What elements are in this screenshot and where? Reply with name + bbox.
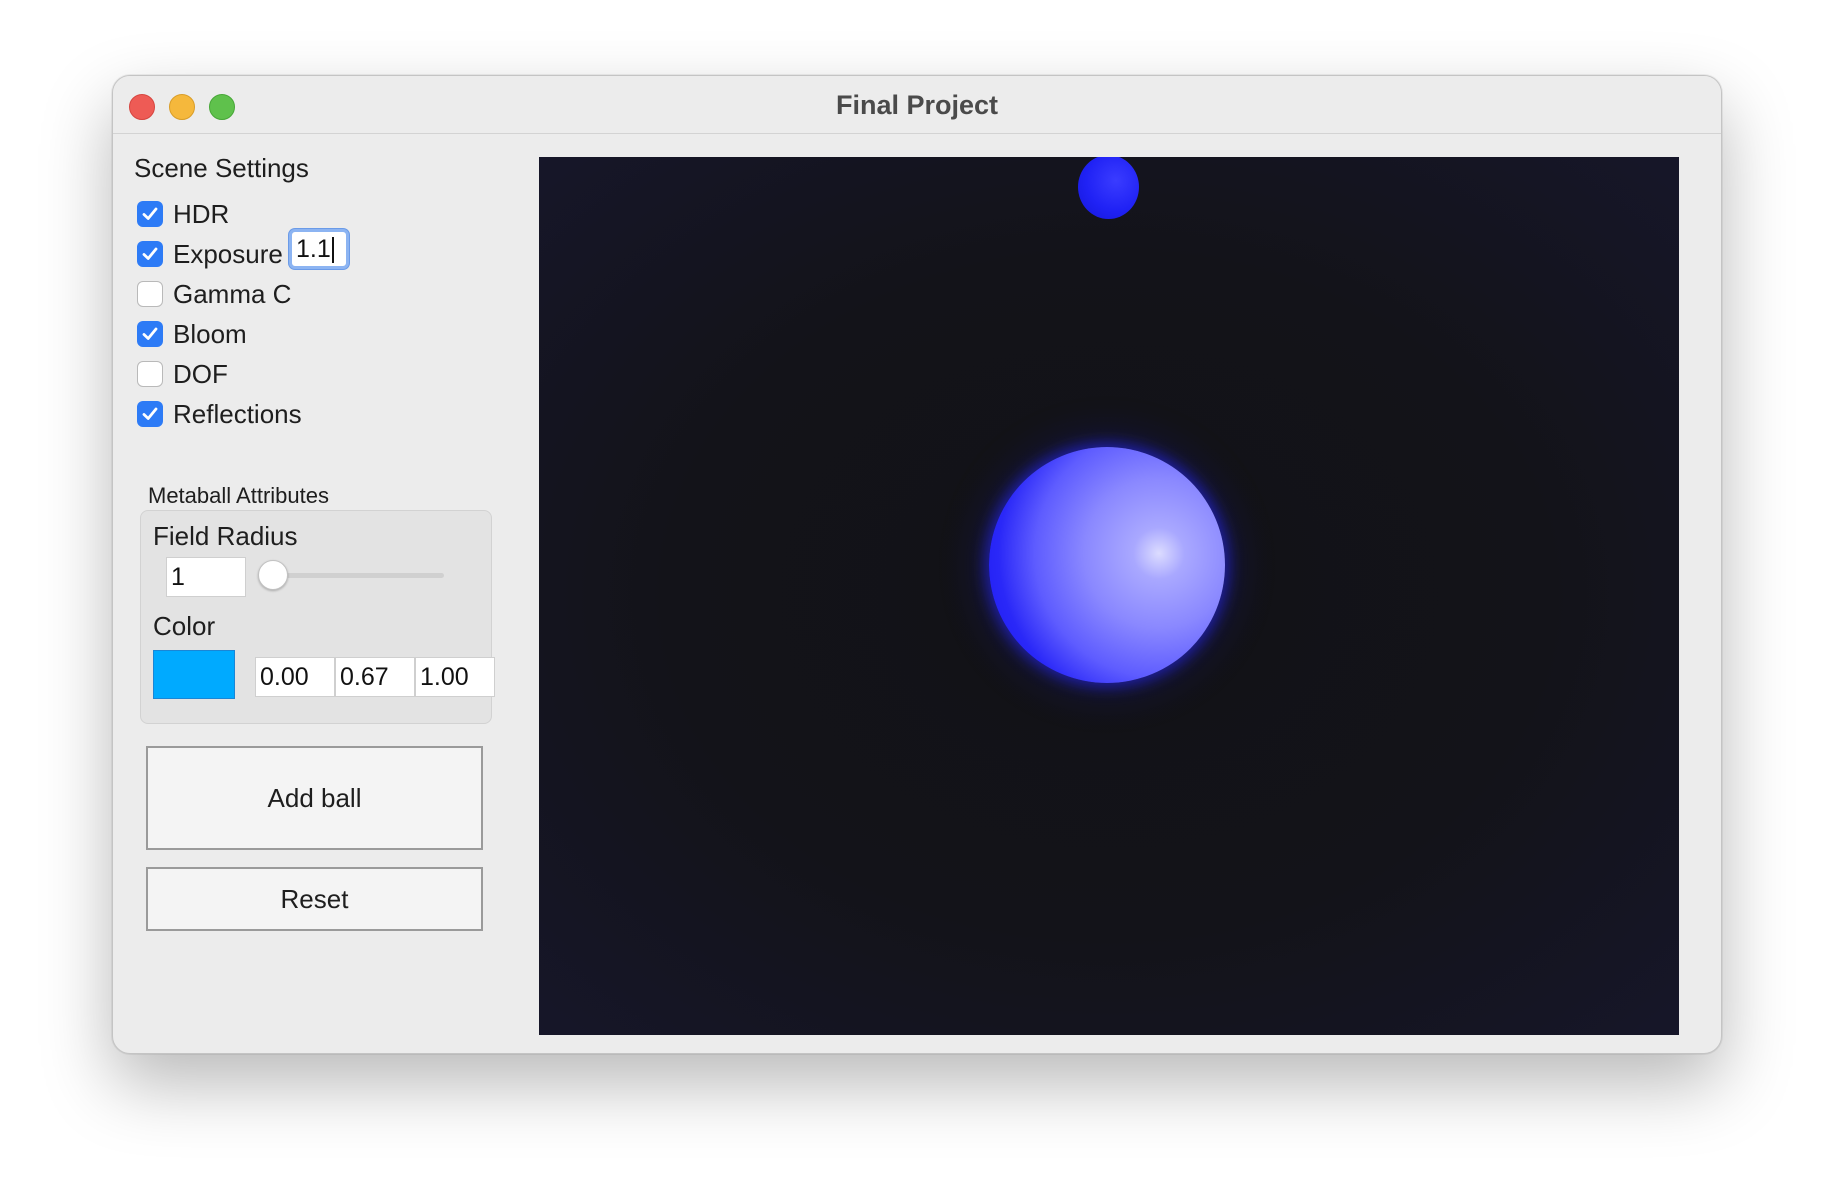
exposure-label: Exposure <box>173 238 283 269</box>
bloom-checkbox-row[interactable]: Bloom <box>137 318 247 350</box>
gamma-checkbox-row[interactable]: Gamma C <box>137 278 291 310</box>
render-viewport[interactable] <box>539 157 1679 1035</box>
field-radius-label: Field Radius <box>153 521 298 551</box>
reflections-checkbox-row[interactable]: Reflections <box>137 398 302 430</box>
text-caret <box>331 237 334 264</box>
metaball-attributes-title: Metaball Attributes <box>148 483 329 508</box>
checkmark-icon <box>142 247 158 260</box>
hdr-checkbox-row[interactable]: HDR <box>137 198 229 230</box>
reflections-checkbox[interactable] <box>137 401 163 427</box>
bloom-label: Bloom <box>173 318 247 349</box>
color-label: Color <box>153 611 216 641</box>
checkmark-icon <box>142 407 158 420</box>
app-window: Final Project Scene Settings HDR Exposur… <box>112 75 1722 1054</box>
checkmark-icon <box>142 207 158 220</box>
hdr-checkbox[interactable] <box>137 201 163 227</box>
dof-checkbox[interactable] <box>137 361 163 387</box>
color-r-input[interactable]: 0.00 <box>255 657 335 697</box>
gamma-label: Gamma C <box>173 278 292 309</box>
exposure-input[interactable]: 1.1 <box>289 229 349 269</box>
color-b-input[interactable]: 1.00 <box>415 657 495 697</box>
title-bar[interactable]: Final Project <box>113 76 1721 134</box>
field-radius-slider-track[interactable] <box>264 573 444 578</box>
color-swatch[interactable] <box>153 650 235 699</box>
exposure-value: 1.1 <box>296 235 331 263</box>
exposure-checkbox-row[interactable]: Exposure <box>137 238 283 270</box>
exposure-checkbox[interactable] <box>137 241 163 267</box>
bloom-checkbox[interactable] <box>137 321 163 347</box>
metaball-large[interactable] <box>989 447 1225 683</box>
scene-settings-title: Scene Settings <box>134 153 309 183</box>
gamma-checkbox[interactable] <box>137 281 163 307</box>
window-title: Final Project <box>835 90 999 120</box>
checkmark-icon <box>142 327 158 340</box>
reflections-label: Reflections <box>173 398 302 429</box>
field-radius-slider-knob[interactable] <box>258 560 288 590</box>
reset-button[interactable]: Reset <box>146 867 483 931</box>
dof-label: DOF <box>173 358 228 389</box>
dof-checkbox-row[interactable]: DOF <box>137 358 228 390</box>
add-ball-button[interactable]: Add ball <box>146 746 483 850</box>
color-g-input[interactable]: 0.67 <box>335 657 415 697</box>
hdr-label: HDR <box>173 198 230 229</box>
metaball-small[interactable] <box>1078 157 1139 219</box>
field-radius-input[interactable]: 1 <box>166 557 246 597</box>
